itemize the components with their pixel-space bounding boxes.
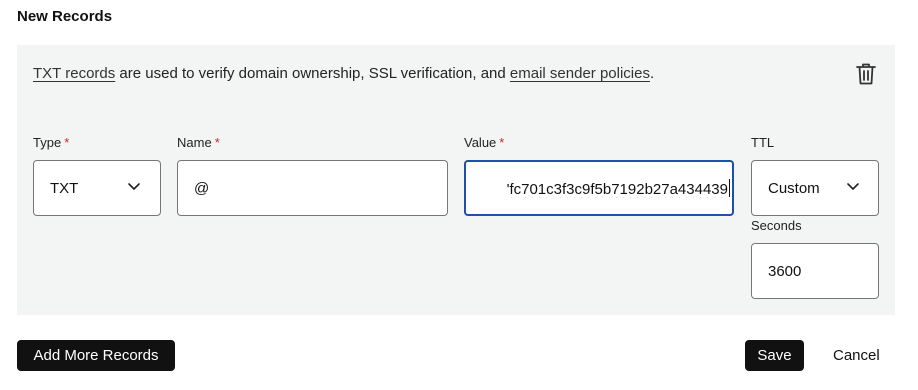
new-record-panel: TXT records are used to verify domain ow…	[17, 45, 895, 315]
name-value: @	[194, 180, 210, 197]
chevron-down-icon	[128, 183, 140, 190]
value-input[interactable]: 'fc701c3f3c9f5b7192b27a434439	[464, 160, 734, 216]
text-caret	[729, 179, 730, 197]
email-sender-policies-link[interactable]: email sender policies	[510, 65, 650, 82]
info-middle-text: are used to verify domain ownership, SSL…	[115, 65, 510, 82]
save-button[interactable]: Save	[745, 340, 804, 371]
seconds-input[interactable]: 3600	[751, 243, 879, 299]
ttl-value: Custom	[768, 180, 820, 197]
name-input[interactable]: @	[177, 160, 448, 216]
trash-icon[interactable]	[855, 62, 877, 86]
ttl-select[interactable]: Custom	[751, 160, 879, 216]
type-value: TXT	[50, 180, 79, 197]
type-label: Type *	[33, 135, 70, 150]
name-label: Name *	[177, 135, 220, 150]
value-label: Value *	[464, 135, 505, 150]
txt-records-link[interactable]: TXT records	[33, 65, 115, 82]
value-text: 'fc701c3f3c9f5b7192b27a434439	[506, 181, 728, 198]
chevron-down-icon	[847, 183, 859, 190]
seconds-value: 3600	[768, 263, 802, 280]
seconds-label: Seconds	[751, 218, 802, 233]
type-select[interactable]: TXT	[33, 160, 161, 216]
add-more-records-button[interactable]: Add More Records	[17, 340, 175, 371]
page-title: New Records	[17, 8, 113, 25]
ttl-label: TTL	[751, 135, 775, 150]
cancel-button[interactable]: Cancel	[833, 347, 880, 364]
info-text: TXT records are used to verify domain ow…	[33, 65, 654, 82]
info-end-text: .	[649, 65, 655, 82]
